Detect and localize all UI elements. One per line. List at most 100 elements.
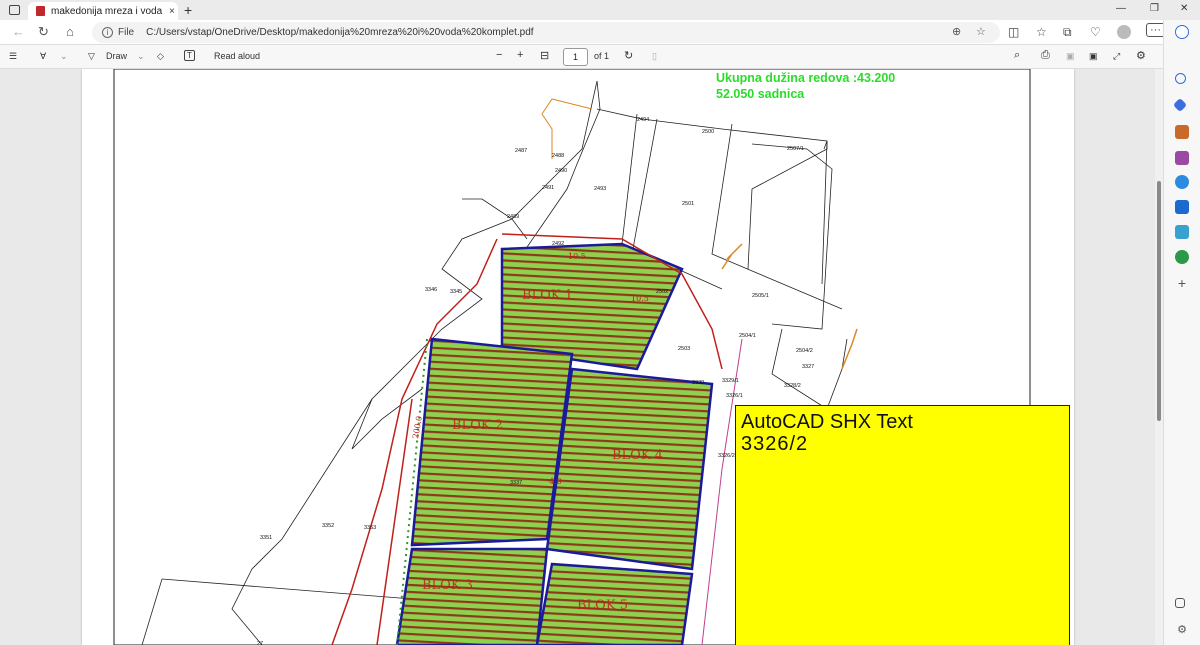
tab-actions-icon[interactable]: [9, 5, 20, 15]
svg-text:4.0: 4.0: [549, 477, 562, 486]
svg-text:2494: 2494: [637, 117, 649, 123]
read-aloud-button[interactable]: Read aloud: [214, 51, 260, 61]
tools-icon[interactable]: [1175, 125, 1189, 139]
info-icon[interactable]: i: [102, 27, 113, 38]
search-sidebar-icon[interactable]: [1175, 73, 1186, 84]
svg-text:2489: 2489: [507, 214, 519, 220]
svg-text:2501: 2501: [682, 201, 694, 207]
svg-text:3351: 3351: [260, 535, 272, 541]
svg-text:2491: 2491: [542, 185, 554, 191]
minimize-button[interactable]: —: [1116, 3, 1126, 14]
svg-text:2487: 2487: [515, 148, 527, 154]
collections-icon[interactable]: ⧉: [1063, 25, 1072, 40]
games-icon[interactable]: [1175, 151, 1189, 165]
refresh-button[interactable]: ↻: [38, 24, 49, 40]
shx-text-tooltip: AutoCAD SHX Text 3326/2: [735, 405, 1070, 645]
svg-text:3353: 3353: [364, 525, 376, 531]
svg-text:3346: 3346: [425, 287, 437, 293]
highlight-chevron-icon[interactable]: ⌄: [60, 51, 68, 62]
outlook-icon[interactable]: [1175, 200, 1189, 214]
favorites-icon[interactable]: ☆: [1036, 25, 1047, 39]
svg-text:10.5: 10.5: [631, 294, 649, 303]
svg-text:BLOK 4: BLOK 4: [612, 448, 663, 463]
settings-icon[interactable]: ⚙: [1136, 49, 1146, 62]
svg-text:2490: 2490: [555, 168, 567, 174]
svg-text:2493: 2493: [594, 186, 606, 192]
close-window-button[interactable]: ✕: [1180, 3, 1188, 14]
tooltip-title: AutoCAD SHX Text: [741, 411, 913, 433]
tab-strip: makedonija mreza i voda komplet × + — ❐ …: [0, 0, 1200, 20]
edge-sidebar: + ⚙: [1163, 20, 1200, 645]
seedling-count: 52.050 sadnica: [716, 87, 805, 101]
svg-text:BLOK 5: BLOK 5: [577, 598, 628, 613]
fit-page-icon[interactable]: ⊟: [540, 49, 549, 62]
close-tab-icon[interactable]: ×: [169, 6, 175, 17]
tab-title: makedonija mreza i voda komplet: [51, 5, 163, 17]
svg-text:3326/2: 3326/2: [718, 453, 735, 459]
scrollbar-thumb[interactable]: [1157, 181, 1161, 421]
page-number-input[interactable]: 1: [563, 48, 588, 66]
svg-text:10.5: 10.5: [568, 252, 586, 261]
rotate-icon[interactable]: ↻: [624, 49, 633, 62]
total-row-length: Ukupna dužina redova :43.200: [716, 71, 896, 85]
svg-text:3330: 3330: [692, 380, 704, 386]
svg-text:3329/1: 3329/1: [722, 378, 739, 384]
svg-text:2507/1: 2507/1: [787, 146, 804, 152]
tree-icon[interactable]: [1175, 250, 1189, 264]
svg-text:2504/1: 2504/1: [739, 333, 756, 339]
search-icon[interactable]: ⌕: [1014, 49, 1020, 62]
svg-text:3326/1: 3326/1: [726, 393, 743, 399]
office-icon[interactable]: [1175, 175, 1189, 189]
svg-text:3337: 3337: [510, 480, 522, 486]
save-icon[interactable]: ▣: [1066, 51, 1075, 62]
sidebar-layout-icon[interactable]: [1175, 598, 1185, 608]
add-text-icon[interactable]: T: [184, 50, 195, 61]
address-bar-row: ← ↻ ⌂ i File C:/Users/vstap/OneDrive/Des…: [0, 20, 1200, 45]
zoom-icon[interactable]: ⊕: [952, 25, 961, 38]
profile-avatar[interactable]: [1117, 25, 1131, 39]
page-view-icon[interactable]: ▯: [652, 51, 657, 62]
svg-text:2505/1: 2505/1: [752, 293, 769, 299]
back-button[interactable]: ←: [12, 24, 25, 39]
draw-icon[interactable]: ▽: [88, 51, 95, 62]
maximize-button[interactable]: ❐: [1150, 3, 1159, 14]
expand-icon[interactable]: ⤢: [1113, 51, 1120, 62]
erase-icon[interactable]: ◇: [157, 51, 164, 62]
contents-icon[interactable]: ☰: [9, 51, 17, 62]
home-button[interactable]: ⌂: [66, 24, 74, 39]
tooltip-value: 3326/2: [741, 433, 809, 455]
svg-text:BLOK 3: BLOK 3: [422, 578, 473, 593]
add-sidebar-icon[interactable]: +: [1175, 276, 1189, 290]
svg-text:2503: 2503: [678, 346, 690, 352]
pdf-toolbar: ☰ ∀ ⌄ ▽ Draw ⌄ ◇ T Read aloud − + ⊟ 1 of…: [0, 45, 1163, 69]
drop-icon[interactable]: [1175, 225, 1189, 239]
draw-chevron-icon[interactable]: ⌄: [137, 51, 145, 62]
url-field[interactable]: i File C:/Users/vstap/OneDrive/Desktop/m…: [92, 22, 1000, 43]
svg-text:BLOK 2: BLOK 2: [452, 418, 503, 433]
extensions-icon[interactable]: ♡: [1090, 25, 1101, 39]
scheme-label: File: [118, 27, 135, 38]
svg-text:2500: 2500: [702, 129, 714, 135]
draw-button[interactable]: Draw: [106, 51, 127, 61]
svg-text:27: 27: [257, 641, 263, 645]
favorite-star-icon[interactable]: ☆: [976, 25, 986, 38]
zoom-out-button[interactable]: −: [496, 49, 502, 61]
save-as-icon[interactable]: ▣: [1089, 51, 1098, 62]
tab-active[interactable]: makedonija mreza i voda komplet ×: [28, 2, 178, 20]
pdf-viewer[interactable]: BLOK 1 BLOK 2 BLOK 4 BLOK 3 BLOK 5 2494 …: [0, 69, 1155, 645]
shopping-icon[interactable]: [1172, 97, 1188, 113]
zoom-in-button[interactable]: +: [517, 49, 523, 61]
highlight-icon[interactable]: ∀: [40, 51, 46, 62]
svg-text:3345: 3345: [450, 289, 462, 295]
sidebar-settings-icon[interactable]: ⚙: [1175, 623, 1189, 637]
split-screen-icon[interactable]: ◫: [1008, 25, 1019, 39]
svg-text:2502: 2502: [656, 289, 668, 295]
svg-text:2492: 2492: [552, 241, 564, 247]
svg-text:3328/2: 3328/2: [784, 383, 801, 389]
new-tab-button[interactable]: +: [184, 2, 192, 18]
vertical-scrollbar[interactable]: [1155, 69, 1163, 645]
copilot-icon[interactable]: [1175, 25, 1189, 39]
svg-text:3352: 3352: [322, 523, 334, 529]
svg-text:3327: 3327: [802, 364, 814, 370]
print-icon[interactable]: ⎙: [1041, 49, 1050, 62]
